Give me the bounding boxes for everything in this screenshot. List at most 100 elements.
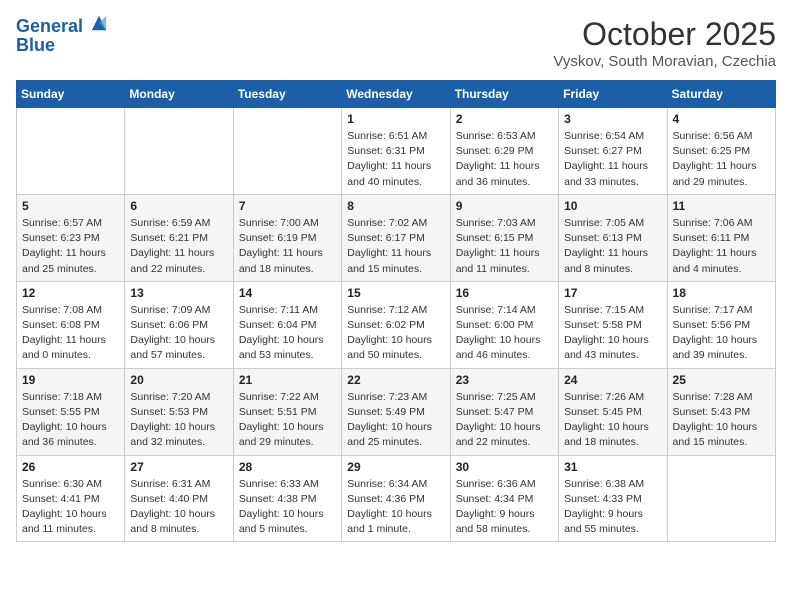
day-info: Sunrise: 6:51 AM Sunset: 6:31 PM Dayligh… — [347, 129, 444, 190]
day-info: Sunrise: 7:17 AM Sunset: 5:56 PM Dayligh… — [673, 303, 770, 364]
weekday-header-saturday: Saturday — [667, 81, 775, 108]
day-number: 24 — [564, 373, 661, 387]
day-info: Sunrise: 7:06 AM Sunset: 6:11 PM Dayligh… — [673, 216, 770, 277]
day-info: Sunrise: 7:08 AM Sunset: 6:08 PM Dayligh… — [22, 303, 119, 364]
day-number: 9 — [456, 199, 553, 213]
day-number: 8 — [347, 199, 444, 213]
day-number: 13 — [130, 286, 227, 300]
day-number: 3 — [564, 112, 661, 126]
calendar-table: SundayMondayTuesdayWednesdayThursdayFrid… — [16, 80, 776, 542]
calendar-cell: 14Sunrise: 7:11 AM Sunset: 6:04 PM Dayli… — [233, 281, 341, 368]
logo: General Blue — [16, 16, 108, 56]
day-info: Sunrise: 6:56 AM Sunset: 6:25 PM Dayligh… — [673, 129, 770, 190]
day-info: Sunrise: 7:09 AM Sunset: 6:06 PM Dayligh… — [130, 303, 227, 364]
day-info: Sunrise: 7:02 AM Sunset: 6:17 PM Dayligh… — [347, 216, 444, 277]
calendar-cell: 28 Sunrise: 6:33 AM Sunset: 4:38 PM Dayli… — [233, 455, 341, 542]
day-info: Sunrise: 7:15 AM Sunset: 5:58 PM Dayligh… — [564, 303, 661, 364]
day-number: 25 — [673, 373, 770, 387]
calendar-cell: 20 Sunrise: 7:20 AM Sunset: 5:53 PM Dayli… — [125, 368, 233, 455]
day-info: Sunrise: 6:59 AM Sunset: 6:21 PM Dayligh… — [130, 216, 227, 277]
calendar-cell: 11 Sunrise: 7:06 AM Sunset: 6:11 PM Dayli… — [667, 194, 775, 281]
weekday-header-friday: Friday — [559, 81, 667, 108]
calendar-cell: 7Sunrise: 7:00 AM Sunset: 6:19 PM Daylig… — [233, 194, 341, 281]
day-number: 29 — [347, 460, 444, 474]
day-info: Sunrise: 7:14 AM Sunset: 6:00 PM Dayligh… — [456, 303, 553, 364]
calendar-cell: 9Sunrise: 7:03 AM Sunset: 6:15 PM Daylig… — [450, 194, 558, 281]
day-info: Sunrise: 6:34 AM Sunset: 4:36 PM Dayligh… — [347, 477, 444, 538]
calendar-cell: 4 Sunrise: 6:56 AM Sunset: 6:25 PM Daylig… — [667, 108, 775, 195]
calendar-cell: 18 Sunrise: 7:17 AM Sunset: 5:56 PM Dayli… — [667, 281, 775, 368]
week-row-4: 19Sunrise: 7:18 AM Sunset: 5:55 PM Dayli… — [17, 368, 776, 455]
day-number: 1 — [347, 112, 444, 126]
calendar-cell: 10Sunrise: 7:05 AM Sunset: 6:13 PM Dayli… — [559, 194, 667, 281]
week-row-3: 12Sunrise: 7:08 AM Sunset: 6:08 PM Dayli… — [17, 281, 776, 368]
day-number: 30 — [456, 460, 553, 474]
day-number: 17 — [564, 286, 661, 300]
title-block: October 2025 Vyskov, South Moravian, Cze… — [553, 16, 776, 70]
day-number: 27 — [130, 460, 227, 474]
day-number: 11 — [673, 199, 770, 213]
calendar-cell: 3 Sunrise: 6:54 AM Sunset: 6:27 PM Daylig… — [559, 108, 667, 195]
day-info: Sunrise: 6:30 AM Sunset: 4:41 PM Dayligh… — [22, 477, 119, 538]
logo-blue: Blue — [16, 35, 108, 56]
calendar-cell: 24 Sunrise: 7:26 AM Sunset: 5:45 PM Dayli… — [559, 368, 667, 455]
week-row-5: 26 Sunrise: 6:30 AM Sunset: 4:41 PM Dayli… — [17, 455, 776, 542]
day-info: Sunrise: 7:05 AM Sunset: 6:13 PM Dayligh… — [564, 216, 661, 277]
day-number: 20 — [130, 373, 227, 387]
day-number: 6 — [130, 199, 227, 213]
calendar-cell: 15Sunrise: 7:12 AM Sunset: 6:02 PM Dayli… — [342, 281, 450, 368]
day-number: 16 — [456, 286, 553, 300]
day-number: 2 — [456, 112, 553, 126]
month-title: October 2025 — [553, 16, 776, 53]
day-number: 28 — [239, 460, 336, 474]
logo-icon — [90, 14, 108, 32]
day-info: Sunrise: 6:31 AM Sunset: 4:40 PM Dayligh… — [130, 477, 227, 538]
day-number: 5 — [22, 199, 119, 213]
day-info: Sunrise: 6:36 AM Sunset: 4:34 PM Dayligh… — [456, 477, 553, 538]
calendar-cell: 12Sunrise: 7:08 AM Sunset: 6:08 PM Dayli… — [17, 281, 125, 368]
calendar-cell: 6 Sunrise: 6:59 AM Sunset: 6:21 PM Daylig… — [125, 194, 233, 281]
day-number: 18 — [673, 286, 770, 300]
calendar-cell: 23Sunrise: 7:25 AM Sunset: 5:47 PM Dayli… — [450, 368, 558, 455]
day-info: Sunrise: 7:20 AM Sunset: 5:53 PM Dayligh… — [130, 390, 227, 451]
day-number: 7 — [239, 199, 336, 213]
day-info: Sunrise: 6:54 AM Sunset: 6:27 PM Dayligh… — [564, 129, 661, 190]
calendar-cell: 16 Sunrise: 7:14 AM Sunset: 6:00 PM Dayli… — [450, 281, 558, 368]
weekday-header-monday: Monday — [125, 81, 233, 108]
weekday-header-row: SundayMondayTuesdayWednesdayThursdayFrid… — [17, 81, 776, 108]
calendar-cell: 19Sunrise: 7:18 AM Sunset: 5:55 PM Dayli… — [17, 368, 125, 455]
day-info: Sunrise: 7:18 AM Sunset: 5:55 PM Dayligh… — [22, 390, 119, 451]
weekday-header-thursday: Thursday — [450, 81, 558, 108]
calendar-cell — [667, 455, 775, 542]
day-info: Sunrise: 7:28 AM Sunset: 5:43 PM Dayligh… — [673, 390, 770, 451]
weekday-header-tuesday: Tuesday — [233, 81, 341, 108]
week-row-2: 5 Sunrise: 6:57 AM Sunset: 6:23 PM Daylig… — [17, 194, 776, 281]
day-number: 23 — [456, 373, 553, 387]
calendar-cell: 8 Sunrise: 7:02 AM Sunset: 6:17 PM Daylig… — [342, 194, 450, 281]
day-info: Sunrise: 6:33 AM Sunset: 4:38 PM Dayligh… — [239, 477, 336, 538]
calendar-cell: 26 Sunrise: 6:30 AM Sunset: 4:41 PM Dayli… — [17, 455, 125, 542]
calendar-cell: 21 Sunrise: 7:22 AM Sunset: 5:51 PM Dayli… — [233, 368, 341, 455]
day-number: 31 — [564, 460, 661, 474]
weekday-header-wednesday: Wednesday — [342, 81, 450, 108]
day-number: 14 — [239, 286, 336, 300]
day-number: 21 — [239, 373, 336, 387]
day-info: Sunrise: 6:57 AM Sunset: 6:23 PM Dayligh… — [22, 216, 119, 277]
calendar-cell — [17, 108, 125, 195]
calendar-cell — [125, 108, 233, 195]
calendar-cell: 1 Sunrise: 6:51 AM Sunset: 6:31 PM Daylig… — [342, 108, 450, 195]
calendar-cell: 27 Sunrise: 6:31 AM Sunset: 4:40 PM Dayli… — [125, 455, 233, 542]
day-info: Sunrise: 6:38 AM Sunset: 4:33 PM Dayligh… — [564, 477, 661, 538]
day-info: Sunrise: 7:26 AM Sunset: 5:45 PM Dayligh… — [564, 390, 661, 451]
day-number: 4 — [673, 112, 770, 126]
calendar-cell: 22 Sunrise: 7:23 AM Sunset: 5:49 PM Dayli… — [342, 368, 450, 455]
week-row-1: 1 Sunrise: 6:51 AM Sunset: 6:31 PM Daylig… — [17, 108, 776, 195]
day-info: Sunrise: 6:53 AM Sunset: 6:29 PM Dayligh… — [456, 129, 553, 190]
day-number: 22 — [347, 373, 444, 387]
day-info: Sunrise: 7:22 AM Sunset: 5:51 PM Dayligh… — [239, 390, 336, 451]
day-number: 15 — [347, 286, 444, 300]
calendar-cell: 29 Sunrise: 6:34 AM Sunset: 4:36 PM Dayli… — [342, 455, 450, 542]
day-info: Sunrise: 7:23 AM Sunset: 5:49 PM Dayligh… — [347, 390, 444, 451]
calendar-cell: 25 Sunrise: 7:28 AM Sunset: 5:43 PM Dayli… — [667, 368, 775, 455]
day-number: 26 — [22, 460, 119, 474]
